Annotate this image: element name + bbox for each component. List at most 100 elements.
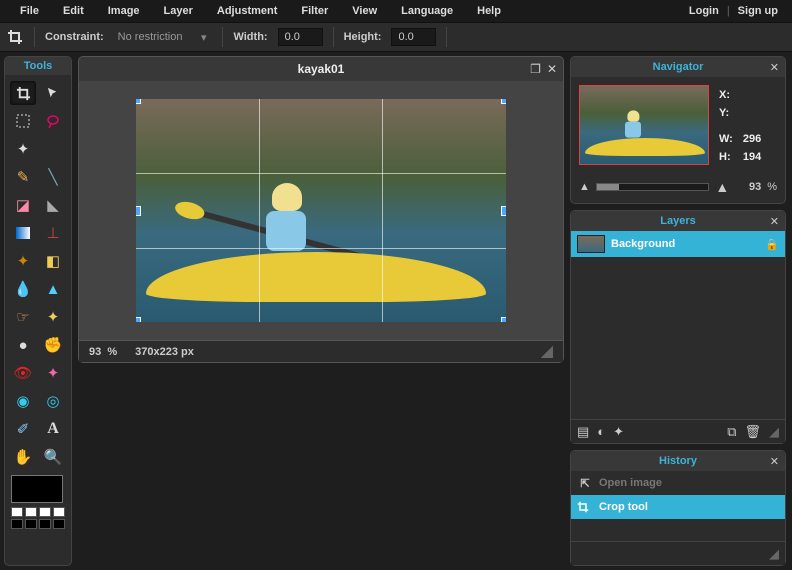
menu-help[interactable]: Help [465, 5, 513, 17]
resize-grip-icon[interactable]: ◢ [769, 424, 779, 440]
hand-tool[interactable]: ✋ [10, 445, 36, 469]
nav-zoom-unit: % [767, 181, 777, 193]
sponge-tool[interactable]: ✦ [40, 305, 66, 329]
picker-tool[interactable]: ✐ [10, 417, 36, 441]
history-item[interactable]: Crop tool [571, 495, 785, 519]
crop-icon [577, 501, 593, 513]
crop-handle-r[interactable] [501, 206, 506, 216]
menu-adjustment[interactable]: Adjustment [205, 5, 290, 17]
menu-file[interactable]: File [8, 5, 51, 17]
marquee-tool[interactable] [10, 109, 36, 133]
swatch[interactable] [25, 507, 37, 517]
tools-title: Tools [5, 57, 71, 75]
fx-icon[interactable]: ✦ [613, 424, 624, 440]
wand-tool[interactable]: ✦ [10, 137, 36, 161]
image[interactable] [136, 99, 506, 322]
new-layer-icon[interactable]: ▤ [577, 424, 589, 440]
crop-overlay[interactable] [136, 99, 506, 322]
navigator-panel: Navigator✕ X: Y: W:296 H:194 ▲ ▲ 93 [570, 56, 786, 204]
canvas-area[interactable] [79, 81, 563, 340]
swatch[interactable] [39, 507, 51, 517]
nav-w-label: W: [719, 131, 741, 147]
swatch[interactable] [11, 507, 23, 517]
crop-handle-br[interactable] [501, 317, 506, 322]
swatch[interactable] [11, 519, 23, 529]
layers-title: Layers [571, 215, 785, 227]
layer-thumbnail [577, 235, 605, 253]
eraser-tool[interactable]: ◪ [10, 193, 36, 217]
menu-language[interactable]: Language [389, 5, 465, 17]
open-image-icon: ⇱ [577, 477, 593, 490]
menu-layer[interactable]: Layer [152, 5, 205, 17]
crop-handle-tl[interactable] [136, 99, 141, 104]
signup-link[interactable]: Sign up [732, 5, 784, 17]
zoom-value: 93 [89, 346, 101, 358]
pinch-tool[interactable]: ◎ [40, 389, 66, 413]
swatch[interactable] [39, 519, 51, 529]
navigator-thumbnail[interactable] [579, 85, 709, 165]
menu-view[interactable]: View [340, 5, 389, 17]
swatch[interactable] [53, 519, 65, 529]
tools-panel: Tools ✦ ✎ ╲ ◪ ◣ ⊥ ✦ ◧ 💧 ▲ ☞ ✦ ● ✊ 👁 ✦ ◉ … [4, 56, 72, 566]
swatch[interactable] [53, 507, 65, 517]
layer-name: Background [611, 238, 759, 250]
close-icon[interactable]: ✕ [547, 62, 557, 76]
width-input[interactable] [278, 28, 323, 46]
nav-zoom-value: 93 [735, 181, 761, 193]
constraint-select[interactable]: No restriction [114, 29, 213, 45]
close-icon[interactable]: ✕ [770, 215, 779, 228]
clone-tool[interactable]: ✦ [10, 249, 36, 273]
lasso-tool[interactable] [40, 109, 66, 133]
menu-filter[interactable]: Filter [289, 5, 340, 17]
type-tool[interactable]: A [40, 417, 66, 441]
mask-icon[interactable]: ◐ [597, 424, 605, 439]
login-link[interactable]: Login [683, 5, 725, 17]
menu-image[interactable]: Image [96, 5, 152, 17]
shape-tool[interactable]: ◧ [40, 249, 66, 273]
resize-grip-icon[interactable]: ◢ [769, 546, 779, 562]
menu-bar: File Edit Image Layer Adjustment Filter … [0, 0, 792, 22]
move-tool[interactable] [40, 81, 66, 105]
pencil-tool[interactable]: ✎ [10, 165, 36, 189]
sharpen-tool[interactable]: ▲ [40, 277, 66, 301]
resize-grip-icon[interactable] [541, 346, 553, 358]
height-input[interactable] [391, 28, 436, 46]
nav-y-label: Y: [719, 105, 741, 121]
burn-tool[interactable]: ✊ [40, 333, 66, 357]
bucket-tool[interactable]: ◣ [40, 193, 66, 217]
crop-handle-tr[interactable] [501, 99, 506, 104]
redeye-tool[interactable]: 👁 [10, 361, 36, 385]
crop-handle-bl[interactable] [136, 317, 141, 322]
navigator-title: Navigator [571, 61, 785, 73]
trash-icon[interactable]: 🗑 [744, 424, 761, 440]
history-item-label: Crop tool [599, 501, 648, 513]
zoom-slider[interactable] [596, 183, 709, 191]
dodge-tool[interactable]: ● [10, 333, 36, 357]
lock-icon[interactable]: 🔒 [765, 238, 779, 251]
smudge-tool[interactable]: ☞ [10, 305, 36, 329]
zoom-tool[interactable]: 🔍 [40, 445, 66, 469]
heal-tool[interactable]: ✦ [40, 361, 66, 385]
foreground-color[interactable] [11, 475, 63, 503]
bloat-tool[interactable]: ◉ [10, 389, 36, 413]
swatch[interactable] [25, 519, 37, 529]
empty-tool [40, 137, 66, 161]
brush-tool[interactable]: ╲ [40, 165, 66, 189]
nav-w-value: 296 [743, 131, 769, 147]
gradient-tool[interactable] [10, 221, 36, 245]
history-item-label: Open image [599, 477, 662, 489]
zoom-in-icon[interactable]: ▲ [715, 179, 729, 195]
document-window: kayak01 ❐ ✕ [78, 56, 564, 363]
maximize-icon[interactable]: ❐ [530, 62, 541, 76]
close-icon[interactable]: ✕ [770, 61, 779, 74]
crop-handle-l[interactable] [136, 206, 141, 216]
history-item[interactable]: ⇱ Open image [571, 471, 785, 495]
menu-edit[interactable]: Edit [51, 5, 96, 17]
stamp-tool[interactable]: ⊥ [40, 221, 66, 245]
close-icon[interactable]: ✕ [770, 455, 779, 468]
duplicate-icon[interactable]: ⧉ [727, 424, 736, 440]
blur-tool[interactable]: 💧 [10, 277, 36, 301]
zoom-out-icon[interactable]: ▲ [579, 181, 590, 193]
layer-row[interactable]: Background 🔒 [571, 231, 785, 257]
crop-tool[interactable] [10, 81, 36, 105]
